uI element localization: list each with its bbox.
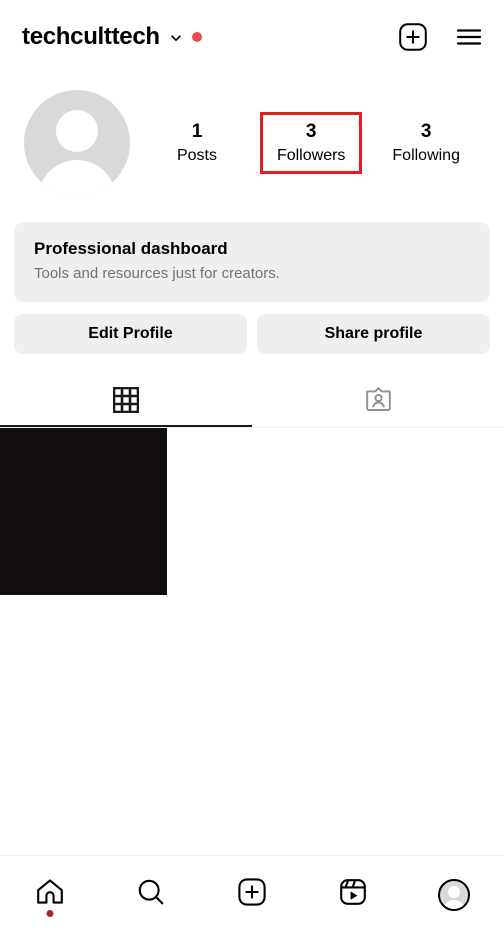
top-header: techculttech [0, 0, 504, 74]
tab-tagged[interactable] [252, 379, 504, 427]
default-avatar-icon[interactable] [24, 90, 130, 196]
create-new-button[interactable] [398, 22, 428, 52]
unread-dot-icon [191, 32, 202, 42]
home-badge-dot-icon [46, 909, 54, 917]
edit-profile-button[interactable]: Edit Profile [14, 314, 247, 354]
stat-posts[interactable]: 1 Posts [154, 113, 240, 173]
stat-posts-label: Posts [176, 147, 217, 164]
stat-following-label: Following [392, 147, 460, 164]
header-actions [398, 22, 484, 52]
profile-action-buttons: Edit Profile Share profile [14, 314, 490, 354]
nav-profile[interactable] [422, 867, 486, 923]
home-icon [35, 877, 65, 912]
search-icon [136, 877, 166, 912]
avatar[interactable] [24, 90, 130, 196]
tab-posts[interactable] [0, 379, 252, 427]
nav-avatar-head-shape [447, 885, 460, 898]
stat-following[interactable]: 3 Following [382, 113, 470, 173]
avatar-body-shape [38, 160, 116, 196]
stat-followers[interactable]: 3 Followers [259, 112, 363, 174]
plus-square-icon [237, 877, 267, 912]
stat-followers-value: 3 [305, 121, 317, 142]
posts-grid [0, 428, 504, 855]
stat-posts-value: 1 [191, 121, 203, 142]
stat-followers-label: Followers [276, 147, 346, 164]
nav-avatar-body-shape [442, 899, 465, 909]
stat-following-value: 3 [420, 121, 432, 142]
profile-tabs [0, 379, 504, 428]
profile-avatar-icon [437, 878, 470, 911]
tagged-person-card-icon [365, 386, 392, 418]
profile-summary: 1 Posts 3 Followers 3 Following [0, 74, 504, 196]
professional-dashboard-card[interactable]: Professional dashboard Tools and resourc… [14, 222, 490, 302]
bottom-navigation-bar [0, 855, 504, 933]
reels-icon [338, 877, 368, 912]
grid-icon [112, 386, 140, 418]
chevron-down-icon[interactable] [169, 31, 183, 45]
dashboard-title: Professional dashboard [34, 239, 228, 258]
avatar-head-shape [56, 110, 98, 152]
post-thumbnail[interactable] [0, 428, 167, 595]
hamburger-menu-button[interactable] [454, 22, 484, 52]
account-switcher[interactable]: techculttech [22, 23, 202, 51]
dashboard-subtitle: Tools and resources just for creators. [34, 265, 280, 282]
nav-reels[interactable] [321, 867, 385, 923]
share-profile-button[interactable]: Share profile [257, 314, 490, 354]
nav-create[interactable] [220, 867, 284, 923]
page-title: techculttech [22, 23, 160, 50]
nav-home[interactable] [18, 867, 82, 923]
profile-stats: 1 Posts 3 Followers 3 Following [130, 112, 480, 174]
instagram-profile-screen: techculttech 1 Posts 3 Followers 3 Follo… [0, 0, 504, 933]
nav-search[interactable] [119, 867, 183, 923]
